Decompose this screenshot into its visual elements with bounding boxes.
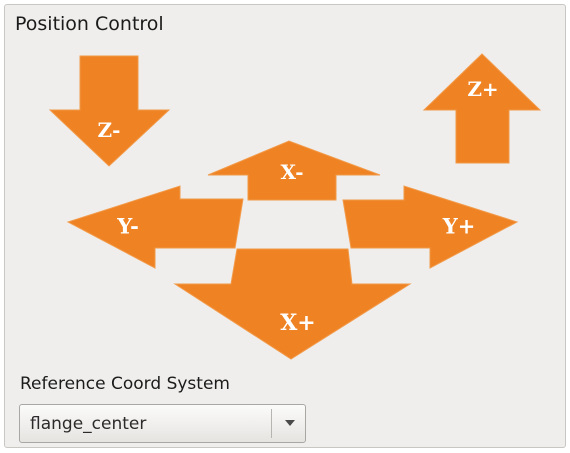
down-arrow-icon	[48, 55, 171, 167]
dropdown-divider	[271, 409, 272, 438]
x-plus-label: X+	[280, 310, 316, 336]
y-plus-label: Y+	[442, 214, 476, 239]
chevron-down-icon[interactable]	[285, 420, 295, 426]
reference-coord-dropdown[interactable]: flange_center	[19, 404, 306, 443]
left-arrow-icon	[66, 185, 244, 269]
y-plus-button[interactable]: Y+	[342, 185, 519, 269]
x-minus-label: X-	[280, 160, 303, 184]
z-minus-label: Z-	[98, 118, 121, 142]
y-minus-button[interactable]: Y-	[66, 185, 244, 269]
reference-coord-value: flange_center	[30, 414, 147, 434]
y-minus-label: Y-	[116, 214, 139, 239]
up-arrow-icon	[422, 53, 542, 164]
x-plus-button[interactable]: X+	[173, 248, 412, 360]
down-arrow-icon	[173, 248, 412, 360]
x-minus-button[interactable]: X-	[207, 140, 381, 201]
right-arrow-icon	[342, 185, 519, 269]
z-plus-button[interactable]: Z+	[422, 53, 542, 164]
z-plus-label: Z+	[467, 77, 498, 101]
reference-coord-label: Reference Coord System	[20, 374, 230, 394]
z-minus-button[interactable]: Z-	[48, 55, 171, 167]
